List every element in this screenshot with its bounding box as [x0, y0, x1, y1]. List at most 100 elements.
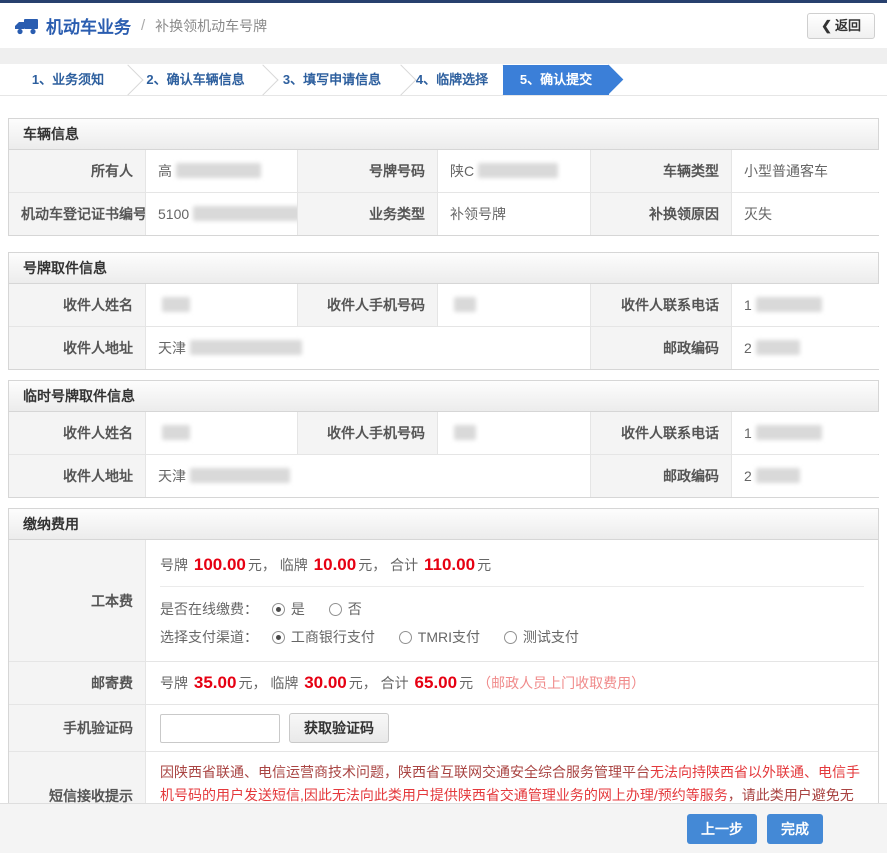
- main-content: 车辆信息 所有人 高 号牌号码 陕C 车辆类型 小型普通客车 机动车登记证书编号…: [0, 96, 887, 840]
- total-fee-amount: 110.00: [422, 555, 477, 574]
- recipient-address-label: 收件人地址: [9, 455, 145, 497]
- captcha-input[interactable]: [160, 714, 280, 743]
- recipient-phone-value: 1: [731, 284, 879, 326]
- redacted-text: [756, 297, 822, 312]
- recipient-mobile-label: 收件人手机号码: [297, 284, 437, 326]
- cert-number-label: 机动车登记证书编号: [9, 193, 145, 235]
- table-row: 所有人 高 号牌号码 陕C 车辆类型 小型普通客车: [9, 150, 878, 192]
- recipient-phone-value: 1: [731, 412, 879, 454]
- owner-value: 高: [145, 150, 297, 192]
- previous-step-button[interactable]: 上一步: [687, 814, 757, 844]
- chevron-left-icon: ❮: [821, 18, 832, 33]
- header-divider-band: [0, 48, 887, 64]
- postage-fee-label: 邮寄费: [9, 662, 145, 704]
- radio-channel-tmri-label[interactable]: TMRI支付: [418, 629, 480, 645]
- redacted-text: [756, 340, 800, 355]
- owner-label: 所有人: [9, 150, 145, 192]
- cost-fee-amounts: 号牌 100.00元， 临牌 10.00元， 合计 110.00元: [160, 548, 864, 587]
- step-wizard: 1、业务须知 2、确认车辆信息 3、填写申请信息 4、临牌选择 5、确认提交: [0, 64, 887, 96]
- radio-online-no-label[interactable]: 否: [348, 601, 362, 617]
- zip-code-label: 邮政编码: [590, 455, 731, 497]
- table-row: 收件人姓名 收件人手机号码 收件人联系电话 1: [9, 412, 878, 454]
- cost-fee-row: 工本费 号牌 100.00元， 临牌 10.00元， 合计 110.00元 是 否…: [9, 540, 878, 661]
- plate-pickup-title: 号牌取件信息: [9, 253, 878, 284]
- table-row: 收件人地址 天津 邮政编码 2: [9, 326, 878, 369]
- truck-icon: [14, 17, 38, 35]
- vehicle-type-value: 小型普通客车: [731, 150, 879, 192]
- vehicle-type-label: 车辆类型: [590, 150, 731, 192]
- step-tab-4[interactable]: 4、临牌选择: [401, 65, 503, 95]
- page-header: 机动车业务 / 补换领机动车号牌 ❮返回: [0, 3, 887, 48]
- vehicle-info-section: 车辆信息 所有人 高 号牌号码 陕C 车辆类型 小型普通客车 机动车登记证书编号…: [8, 118, 879, 236]
- temp-plate-pickup-section: 临时号牌取件信息 收件人姓名 收件人手机号码 收件人联系电话 1 收件人地址 天…: [8, 380, 879, 498]
- cost-fee-label: 工本费: [9, 540, 145, 661]
- captcha-label: 手机验证码: [9, 705, 145, 751]
- plate-number-value: 陕C: [437, 150, 590, 192]
- redacted-text: [190, 340, 302, 355]
- page-title: 机动车业务: [46, 13, 131, 38]
- recipient-address-label: 收件人地址: [9, 327, 145, 369]
- redacted-text: [193, 206, 297, 221]
- recipient-mobile-label: 收件人手机号码: [297, 412, 437, 454]
- back-button-label: 返回: [835, 18, 861, 33]
- business-type-value: 补领号牌: [437, 193, 590, 235]
- step-tab-1[interactable]: 1、业务须知: [8, 65, 128, 95]
- breadcrumb: 补换领机动车号牌: [155, 16, 267, 36]
- postage-total-amount: 65.00: [413, 673, 460, 692]
- zip-code-label: 邮政编码: [590, 327, 731, 369]
- postage-fee-amounts: 号牌 35.00元， 临牌 30.00元， 合计 65.00元（邮政人员上门收取…: [145, 662, 878, 704]
- recipient-name-label: 收件人姓名: [9, 284, 145, 326]
- table-row: 收件人地址 天津 邮政编码 2: [9, 454, 878, 497]
- redacted-text: [454, 297, 476, 312]
- zip-code-value: 2: [731, 327, 879, 369]
- back-button[interactable]: ❮返回: [807, 13, 875, 39]
- plate-pickup-section: 号牌取件信息 收件人姓名 收件人手机号码 收件人联系电话 1 收件人地址 天津 …: [8, 252, 879, 370]
- postage-temp-amount: 30.00: [302, 673, 349, 692]
- redacted-text: [162, 425, 190, 440]
- redacted-text: [454, 425, 476, 440]
- radio-channel-test[interactable]: [504, 631, 517, 644]
- redacted-text: [756, 425, 822, 440]
- redacted-text: [176, 163, 261, 178]
- recipient-mobile-value: [437, 412, 590, 454]
- redacted-text: [190, 468, 290, 483]
- radio-online-yes-label[interactable]: 是: [291, 601, 305, 617]
- recipient-address-value: 天津: [145, 327, 590, 369]
- fees-title: 缴纳费用: [9, 509, 878, 540]
- step-tab-2[interactable]: 2、确认车辆信息: [128, 65, 263, 95]
- redacted-text: [756, 468, 800, 483]
- recipient-address-value: 天津: [145, 455, 590, 497]
- reason-label: 补换领原因: [590, 193, 731, 235]
- recipient-phone-label: 收件人联系电话: [590, 284, 731, 326]
- table-row: 收件人姓名 收件人手机号码 收件人联系电话 1: [9, 284, 878, 326]
- step-tab-5-active[interactable]: 5、确认提交: [503, 65, 609, 95]
- recipient-name-value: [145, 284, 297, 326]
- finish-button[interactable]: 完成: [767, 814, 823, 844]
- redacted-text: [478, 163, 558, 178]
- recipient-name-label: 收件人姓名: [9, 412, 145, 454]
- captcha-row: 手机验证码 获取验证码: [9, 704, 878, 751]
- zip-code-value: 2: [731, 455, 879, 497]
- get-code-button[interactable]: 获取验证码: [289, 713, 389, 743]
- recipient-phone-label: 收件人联系电话: [590, 412, 731, 454]
- step-tab-3[interactable]: 3、填写申请信息: [263, 65, 401, 95]
- plate-fee-amount: 100.00: [192, 555, 248, 574]
- footer-action-bar: 上一步 完成: [0, 803, 887, 853]
- radio-online-no[interactable]: [329, 603, 342, 616]
- fees-section: 缴纳费用 工本费 号牌 100.00元， 临牌 10.00元， 合计 110.0…: [8, 508, 879, 840]
- breadcrumb-separator: /: [141, 17, 145, 34]
- radio-channel-tmri[interactable]: [399, 631, 412, 644]
- table-row: 机动车登记证书编号 5100 业务类型 补领号牌 补换领原因 灭失: [9, 192, 878, 235]
- radio-channel-icbc-label[interactable]: 工商银行支付: [291, 629, 375, 645]
- online-payment-question: 是否在线缴费： 是 否: [160, 595, 864, 623]
- postage-fee-row: 邮寄费 号牌 35.00元， 临牌 30.00元， 合计 65.00元（邮政人员…: [9, 661, 878, 704]
- radio-channel-icbc[interactable]: [272, 631, 285, 644]
- reason-value: 灭失: [731, 193, 879, 235]
- radio-online-yes[interactable]: [272, 603, 285, 616]
- temp-plate-pickup-title: 临时号牌取件信息: [9, 381, 878, 412]
- radio-channel-test-label[interactable]: 测试支付: [523, 629, 579, 645]
- recipient-mobile-value: [437, 284, 590, 326]
- postage-note: （邮政人员上门收取费用）: [477, 675, 645, 691]
- cert-number-value: 5100: [145, 193, 297, 235]
- payment-channel-question: 选择支付渠道： 工商银行支付 TMRI支付 测试支付: [160, 623, 864, 651]
